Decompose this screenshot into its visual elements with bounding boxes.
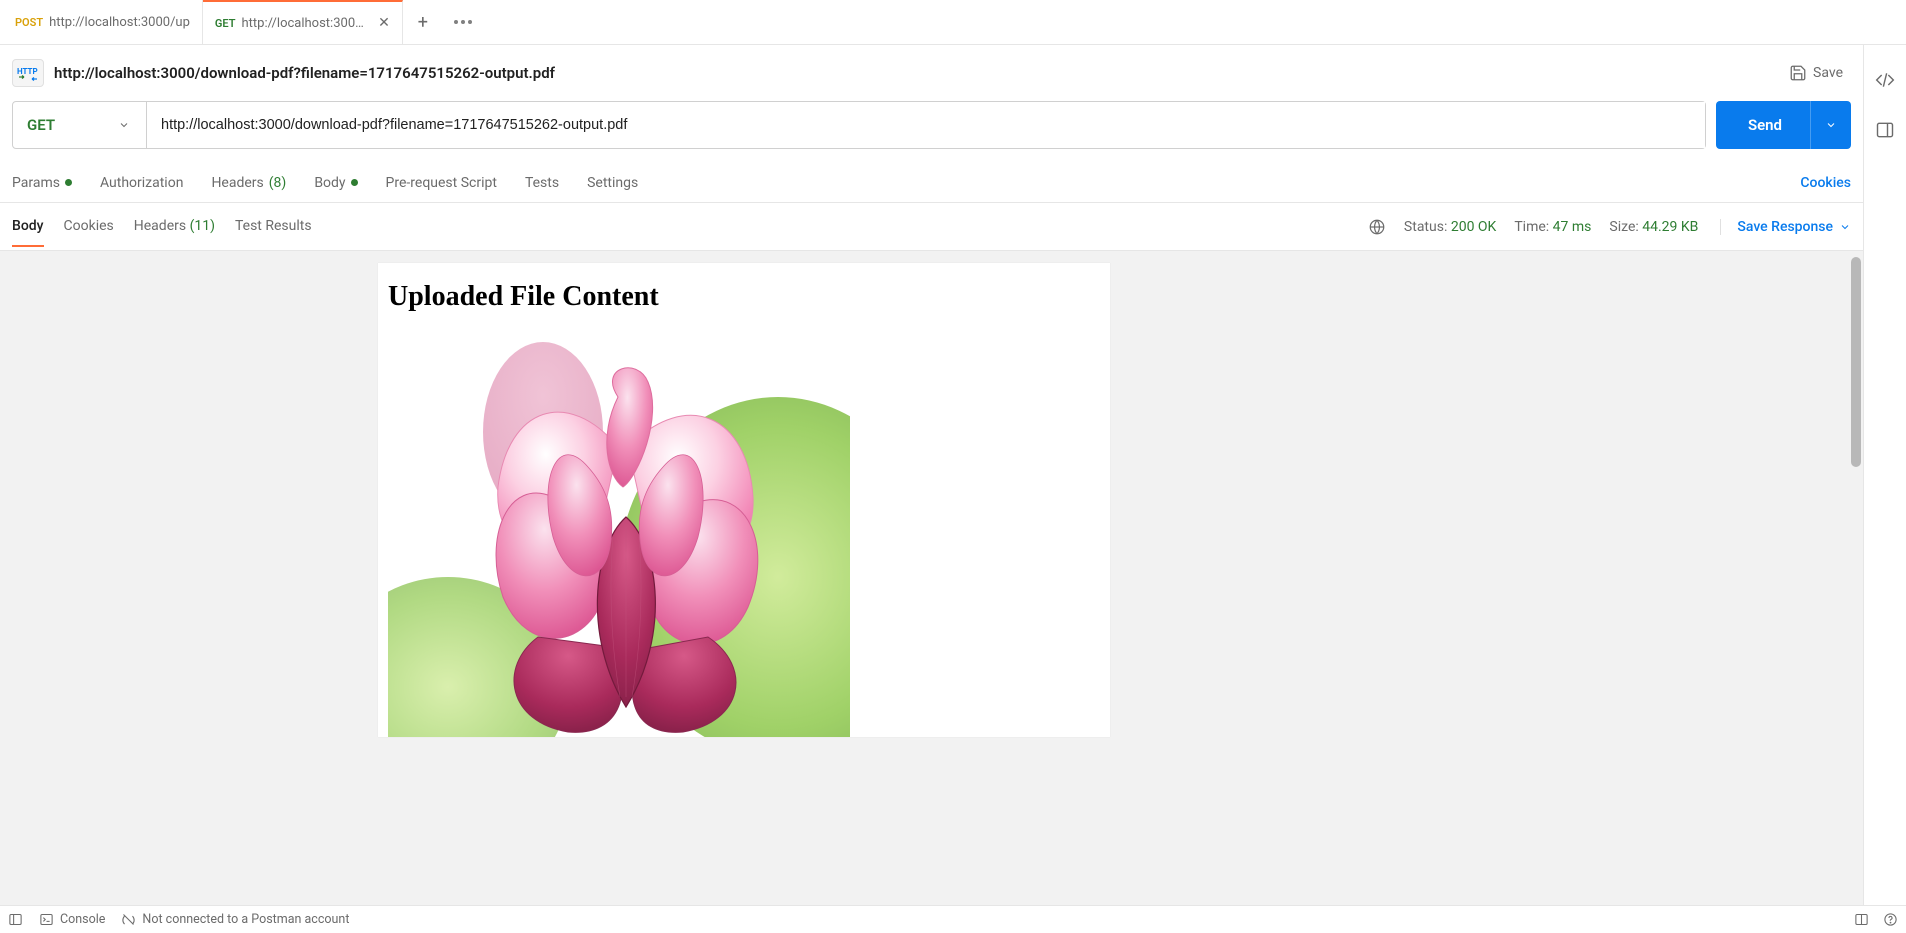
- tab-params[interactable]: Params: [12, 175, 72, 191]
- http-badge: HTTP: [12, 59, 44, 87]
- request-title: http://localhost:3000/download-pdf?filen…: [54, 64, 1779, 82]
- resp-tab-test-results[interactable]: Test Results: [235, 206, 312, 247]
- http-icon: HTTP: [16, 64, 40, 82]
- flower-image: [388, 337, 850, 737]
- connection-label: Not connected to a Postman account: [142, 912, 349, 927]
- indicator-dot: [65, 179, 72, 186]
- tab-settings[interactable]: Settings: [587, 175, 638, 191]
- tab-label: Headers: [211, 175, 263, 191]
- console-button[interactable]: Console: [39, 912, 105, 927]
- resp-tab-body[interactable]: Body: [12, 206, 44, 247]
- tab-body[interactable]: Body: [314, 175, 357, 191]
- tab-method-badge: POST: [15, 16, 43, 29]
- size-label: Size:: [1609, 219, 1638, 235]
- status-label: Status:: [1404, 219, 1447, 235]
- tab-tests[interactable]: Tests: [525, 175, 559, 191]
- layout-toggle-icon[interactable]: [1854, 912, 1869, 927]
- cookies-link[interactable]: Cookies: [1800, 175, 1851, 191]
- response-meta: Status: 200 OK Time: 47 ms Size: 44.29 K…: [1368, 218, 1851, 236]
- more-icon: [454, 20, 472, 24]
- tab-title: http://localhost:3000/up: [49, 15, 190, 30]
- tab-prerequest[interactable]: Pre-request Script: [386, 175, 497, 191]
- tab-title: http://localhost:3000/: [241, 16, 366, 31]
- time-value: 47 ms: [1553, 219, 1592, 235]
- connection-status[interactable]: Not connected to a Postman account: [121, 912, 349, 927]
- tab-label: Pre-request Script: [386, 175, 497, 191]
- chevron-down-icon: [1825, 119, 1837, 131]
- tab-active[interactable]: GET http://localhost:3000/ ✕: [203, 0, 403, 44]
- close-icon[interactable]: ✕: [378, 15, 390, 31]
- pdf-heading: Uploaded File Content: [388, 281, 1100, 313]
- globe-icon[interactable]: [1368, 218, 1386, 236]
- url-group: GET: [12, 101, 1706, 149]
- size-value: 44.29 KB: [1642, 219, 1698, 235]
- request-tabs: Params Authorization Headers (8) Body Pr…: [0, 163, 1863, 203]
- status-group: Status: 200 OK: [1404, 219, 1496, 235]
- time-group: Time: 47 ms: [1514, 219, 1591, 235]
- chevron-down-icon: [1839, 221, 1851, 233]
- tab-label: Tests: [525, 175, 559, 191]
- indicator-dot: [351, 179, 358, 186]
- tab-overflow-button[interactable]: [443, 0, 483, 44]
- url-input[interactable]: [147, 102, 1705, 148]
- resp-tab-cookies[interactable]: Cookies: [64, 206, 114, 247]
- right-sidebar: [1864, 45, 1906, 905]
- method-select[interactable]: GET: [13, 102, 147, 148]
- save-button[interactable]: Save: [1789, 64, 1843, 82]
- request-title-row: HTTP http://localhost:3000/download-pdf?…: [0, 45, 1863, 101]
- main-content: HTTP http://localhost:3000/download-pdf?…: [0, 45, 1864, 905]
- tab-method-badge: GET: [215, 17, 236, 30]
- response-bar: Body Cookies Headers (11) Test Results S…: [0, 203, 1863, 251]
- code-icon[interactable]: [1875, 70, 1895, 90]
- footer-left-panel-icon[interactable]: [8, 912, 23, 927]
- time-label: Time:: [1514, 219, 1549, 235]
- sidebar-panel-icon[interactable]: [1875, 120, 1895, 140]
- tab-inactive[interactable]: POST http://localhost:3000/up: [3, 0, 203, 44]
- new-tab-button[interactable]: +: [403, 0, 443, 44]
- main-wrapper: HTTP http://localhost:3000/download-pdf?…: [0, 45, 1906, 905]
- tab-label: Headers: [134, 218, 186, 234]
- save-response-label: Save Response: [1737, 219, 1833, 235]
- send-label: Send: [1716, 116, 1810, 134]
- tab-headers[interactable]: Headers (8): [211, 175, 286, 191]
- tab-label: Body: [314, 175, 345, 191]
- status-value: 200 OK: [1451, 219, 1497, 235]
- save-label: Save: [1813, 65, 1843, 81]
- save-icon: [1789, 64, 1807, 82]
- tab-label: Authorization: [100, 175, 183, 191]
- tab-label: Params: [12, 175, 60, 191]
- help-icon[interactable]: [1883, 912, 1898, 927]
- method-text: GET: [27, 116, 55, 134]
- response-tabs: Body Cookies Headers (11) Test Results: [12, 206, 312, 247]
- scrollbar-thumb[interactable]: [1851, 257, 1861, 467]
- size-group: Size: 44.29 KB: [1609, 219, 1698, 235]
- url-row: GET Send: [0, 101, 1863, 163]
- tab-label: Settings: [587, 175, 638, 191]
- console-label: Console: [60, 912, 105, 927]
- pdf-preview-page: Uploaded File Content: [378, 263, 1110, 737]
- svg-text:HTTP: HTTP: [17, 67, 38, 76]
- tab-authorization[interactable]: Authorization: [100, 175, 183, 191]
- tab-count: (11): [190, 218, 215, 234]
- chevron-down-icon: [118, 119, 130, 131]
- resp-tab-headers[interactable]: Headers (11): [134, 206, 215, 247]
- send-dropdown[interactable]: [1810, 101, 1851, 149]
- footer-bar: Console Not connected to a Postman accou…: [0, 905, 1906, 933]
- tab-count: (8): [269, 175, 287, 191]
- tabs-bar: POST http://localhost:3000/up GET http:/…: [0, 0, 1906, 45]
- send-button[interactable]: Send: [1716, 101, 1851, 149]
- response-body: Uploaded File Content: [0, 251, 1863, 905]
- save-response-button[interactable]: Save Response: [1720, 219, 1851, 235]
